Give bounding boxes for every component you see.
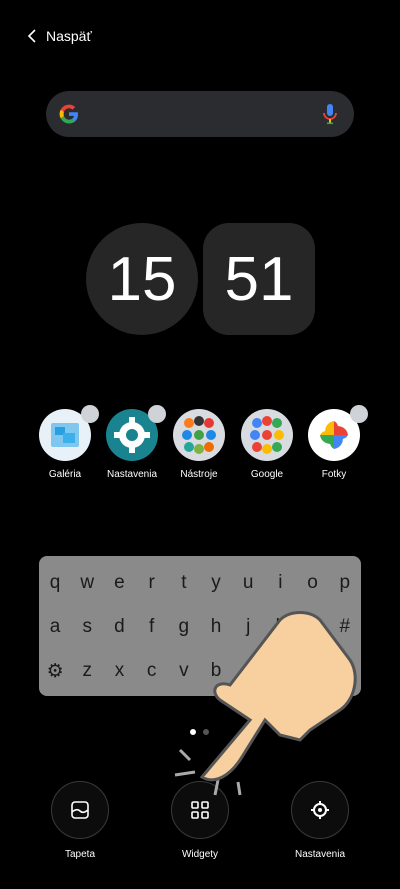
badge-dot (350, 405, 368, 423)
widgets-label: Widgety (181, 849, 219, 860)
key[interactable]: f (137, 616, 167, 638)
key[interactable]: @ (298, 660, 328, 683)
google-search-bar[interactable] (46, 91, 354, 137)
key[interactable]: l (298, 616, 328, 638)
gear-icon (291, 781, 349, 839)
key[interactable]: r (137, 572, 167, 594)
app-label: Galéria (48, 469, 82, 480)
app-galeria[interactable]: Galéria (29, 405, 101, 480)
keyboard-row-1: q w e r t y u i o p (39, 572, 361, 594)
app-fotky[interactable]: Fotky (298, 405, 370, 480)
key[interactable]: k (265, 616, 295, 638)
key[interactable]: p (330, 572, 360, 594)
app-label: Fotky (321, 469, 347, 480)
key[interactable]: b (201, 660, 231, 683)
key[interactable]: s (72, 616, 102, 638)
clock-minute: 51 (203, 223, 315, 335)
key[interactable]: w (72, 572, 102, 594)
tools-folder-icon (173, 409, 225, 461)
wallpaper-button[interactable]: Tapeta (30, 781, 130, 860)
key[interactable]: d (104, 616, 134, 638)
back-label: Naspäť (46, 28, 92, 44)
key[interactable]: a (40, 616, 70, 638)
keyboard-row-2: a s d f g h j k l # (39, 616, 361, 638)
key[interactable]: v (169, 660, 199, 683)
key[interactable]: c (137, 660, 167, 683)
settings-label: Nastavenia (294, 849, 346, 860)
key[interactable]: e (104, 572, 134, 594)
key[interactable]: m (265, 660, 295, 683)
app-nastavenia[interactable]: Nastavenia (96, 405, 168, 480)
wallpaper-label: Tapeta (64, 849, 96, 860)
clock-hour: 15 (86, 223, 198, 335)
page-dot-active (190, 729, 196, 735)
key[interactable]: z (72, 660, 102, 683)
key[interactable]: # (330, 616, 360, 638)
key[interactable]: ? (330, 660, 360, 683)
app-row: Galéria Nastavenia Nástroje Google Fotky (0, 405, 400, 499)
key[interactable]: t (169, 572, 199, 594)
page-indicator (190, 729, 209, 735)
settings-button[interactable]: Nastavenia (270, 781, 370, 860)
key[interactable]: x (104, 660, 134, 683)
app-label: Nástroje (180, 469, 218, 480)
key[interactable]: u (233, 572, 263, 594)
google-logo-icon (59, 104, 78, 124)
chevron-left-icon (27, 29, 36, 43)
keyboard-row-3: ⚙ z x c v b n m @ ? (39, 660, 361, 683)
key[interactable]: j (233, 616, 263, 638)
app-label: Google (250, 469, 284, 480)
key[interactable]: i (265, 572, 295, 594)
wallpaper-icon (51, 781, 109, 839)
keyboard-widget[interactable]: q w e r t y u i o p a s d f g h j k l # … (39, 556, 361, 696)
key[interactable]: h (201, 616, 231, 638)
back-button[interactable]: Naspäť (26, 28, 92, 44)
app-label: Nastavenia (106, 469, 158, 480)
settings-key-icon[interactable]: ⚙ (40, 660, 70, 683)
mic-icon[interactable] (322, 103, 338, 125)
key[interactable]: n (233, 660, 263, 683)
key[interactable]: y (201, 572, 231, 594)
google-folder-icon (241, 409, 293, 461)
widgets-button[interactable]: Widgety (150, 781, 250, 860)
key[interactable]: o (298, 572, 328, 594)
key[interactable]: q (40, 572, 70, 594)
app-nastroje[interactable]: Nástroje (163, 409, 235, 480)
widgets-icon (171, 781, 229, 839)
app-google[interactable]: Google (231, 409, 303, 480)
page-dot (203, 729, 209, 735)
key[interactable]: g (169, 616, 199, 638)
